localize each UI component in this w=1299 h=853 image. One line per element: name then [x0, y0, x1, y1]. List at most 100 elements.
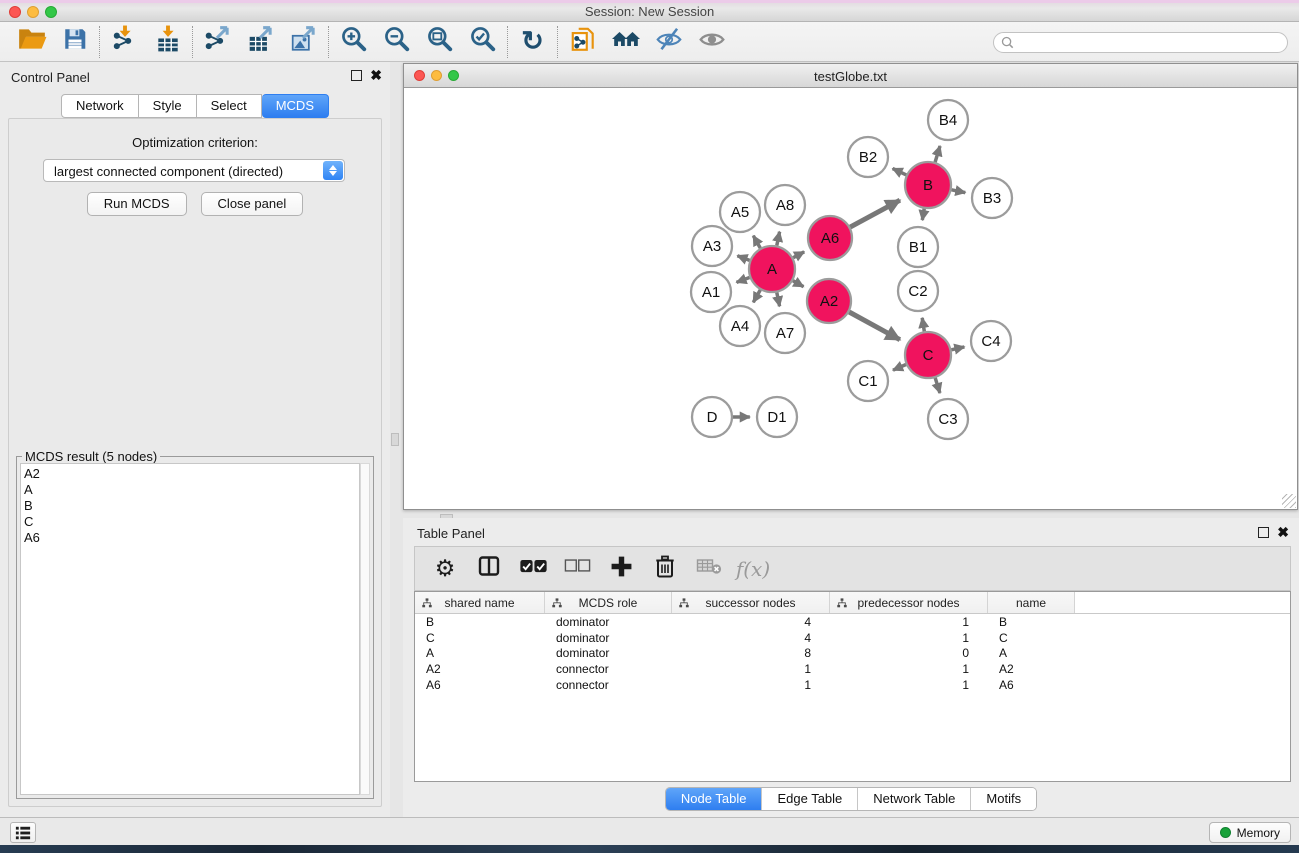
- network-node-C3[interactable]: C3: [928, 399, 968, 439]
- toolbar-button-refresh-layout[interactable]: ↻: [511, 24, 554, 60]
- float-panel-icon[interactable]: [351, 70, 362, 81]
- network-edge-A6-B[interactable]: [850, 200, 900, 227]
- tab-style[interactable]: Style: [139, 94, 197, 118]
- network-edge-B-B4[interactable]: [935, 146, 940, 162]
- toolbar-button-zoom-out[interactable]: [375, 24, 418, 60]
- table-toolbar-button-column-view[interactable]: [469, 550, 509, 588]
- close-panel-icon[interactable]: ✖: [370, 68, 382, 82]
- network-edge-A-A7[interactable]: [777, 293, 780, 307]
- task-history-button[interactable]: [10, 822, 36, 843]
- column-header-successor-nodes[interactable]: successor nodes: [672, 592, 830, 613]
- table-toolbar-button-table-settings[interactable]: ⚙: [425, 550, 465, 588]
- tab-node-table[interactable]: Node Table: [666, 788, 763, 810]
- network-edge-A-A3[interactable]: [737, 256, 749, 261]
- network-edge-A-A4[interactable]: [753, 290, 760, 302]
- column-header-shared-name[interactable]: shared name: [415, 592, 545, 613]
- network-node-B4[interactable]: B4: [928, 100, 968, 140]
- dropdown-stepper-icon[interactable]: [323, 161, 343, 180]
- network-node-B1[interactable]: B1: [898, 227, 938, 267]
- toolbar-button-export-table[interactable]: [239, 24, 282, 60]
- network-edge-A2-C[interactable]: [849, 312, 900, 340]
- network-node-B2[interactable]: B2: [848, 137, 888, 177]
- toolbar-button-hide-graphics-details[interactable]: [647, 24, 690, 60]
- network-node-A7[interactable]: A7: [765, 313, 805, 353]
- column-header-MCDS-role[interactable]: MCDS role: [545, 592, 672, 613]
- toolbar-button-network-home[interactable]: [604, 24, 647, 60]
- network-node-D[interactable]: D: [692, 397, 732, 437]
- network-edge-B-B3[interactable]: [952, 190, 966, 193]
- table-toolbar-button-deselect-all[interactable]: [557, 550, 597, 588]
- network-node-C4[interactable]: C4: [971, 321, 1011, 361]
- close-panel-button[interactable]: Close panel: [201, 192, 304, 216]
- network-edge-B-B1[interactable]: [922, 209, 924, 220]
- network-node-A3[interactable]: A3: [692, 226, 732, 266]
- memory-button[interactable]: Memory: [1209, 822, 1291, 843]
- table-toolbar-button-function-builder[interactable]: f(x): [733, 550, 773, 588]
- column-header-predecessor-nodes[interactable]: predecessor nodes: [830, 592, 988, 613]
- table-toolbar-button-select-all[interactable]: [513, 550, 553, 588]
- network-node-C1[interactable]: C1: [848, 361, 888, 401]
- network-canvas[interactable]: B4B2BB3A8A5A6B1A3AC2A1A2A4A7C4CC1C3DD1: [405, 88, 1296, 508]
- network-edge-C-C2[interactable]: [922, 318, 924, 331]
- network-node-A1[interactable]: A1: [691, 272, 731, 312]
- network-edge-A-A8[interactable]: [777, 232, 780, 246]
- table-row[interactable]: A6connector11A6: [415, 677, 1290, 693]
- table-close-panel-icon[interactable]: ✖: [1277, 525, 1289, 539]
- network-edge-C-C3[interactable]: [935, 378, 940, 393]
- network-node-A8[interactable]: A8: [765, 185, 805, 225]
- tab-select[interactable]: Select: [197, 94, 262, 118]
- table-row[interactable]: A2connector11A2: [415, 661, 1290, 677]
- panel-split-handle[interactable]: [391, 433, 399, 446]
- tab-motifs[interactable]: Motifs: [971, 788, 1036, 810]
- network-node-A5[interactable]: A5: [720, 192, 760, 232]
- toolbar-button-zoom-in[interactable]: [332, 24, 375, 60]
- toolbar-button-zoom-fit[interactable]: [418, 24, 461, 60]
- network-node-B3[interactable]: B3: [972, 178, 1012, 218]
- toolbar-button-export-network[interactable]: [196, 24, 239, 60]
- table-row[interactable]: Bdominator41B: [415, 614, 1290, 630]
- run-mcds-button[interactable]: Run MCDS: [87, 192, 187, 216]
- network-node-A[interactable]: A: [749, 246, 795, 292]
- network-node-A6[interactable]: A6: [808, 216, 852, 260]
- network-edge-A-A6[interactable]: [793, 252, 804, 258]
- network-node-D1[interactable]: D1: [757, 397, 797, 437]
- result-list-scrollbar[interactable]: [360, 463, 370, 795]
- tab-network[interactable]: Network: [61, 94, 139, 118]
- network-edge-C-C4[interactable]: [951, 347, 964, 350]
- column-header-name[interactable]: name: [988, 592, 1075, 613]
- table-toolbar-button-delete-row[interactable]: [645, 550, 685, 588]
- network-window-titlebar[interactable]: testGlobe.txt: [404, 64, 1297, 88]
- network-edge-A-A5[interactable]: [753, 236, 760, 248]
- table-toolbar-button-delete-table[interactable]: [689, 550, 729, 588]
- tab-mcds[interactable]: MCDS: [262, 94, 329, 118]
- table-toolbar-button-add-column[interactable]: [601, 550, 641, 588]
- result-list-item[interactable]: B: [24, 498, 359, 514]
- toolbar-button-zoom-selected[interactable]: [461, 24, 504, 60]
- optimization-criterion-dropdown[interactable]: largest connected component (directed): [43, 159, 345, 182]
- network-node-B[interactable]: B: [905, 162, 951, 208]
- result-list-item[interactable]: C: [24, 514, 359, 530]
- result-list-item[interactable]: A6: [24, 530, 359, 546]
- network-edge-A-A2[interactable]: [793, 281, 804, 287]
- toolbar-button-import-network[interactable]: [103, 24, 146, 60]
- toolbar-button-import-table[interactable]: [146, 24, 189, 60]
- table-row[interactable]: Adominator80A: [415, 646, 1290, 662]
- toolbar-button-show-graphics-details[interactable]: [690, 24, 733, 60]
- toolbar-button-export-image[interactable]: [282, 24, 325, 60]
- search-field[interactable]: [993, 32, 1288, 53]
- toolbar-button-duplicate-network[interactable]: [561, 24, 604, 60]
- table-float-panel-icon[interactable]: [1258, 527, 1269, 538]
- network-node-A4[interactable]: A4: [720, 306, 760, 346]
- result-list-item[interactable]: A2: [24, 466, 359, 482]
- result-list-item[interactable]: A: [24, 482, 359, 498]
- table-row[interactable]: Cdominator41C: [415, 630, 1290, 646]
- search-input[interactable]: [1014, 36, 1287, 50]
- network-edge-B-B2[interactable]: [893, 169, 907, 175]
- tab-edge-table[interactable]: Edge Table: [762, 788, 858, 810]
- network-graph[interactable]: B4B2BB3A8A5A6B1A3AC2A1A2A4A7C4CC1C3DD1: [405, 88, 1298, 510]
- toolbar-button-open-session[interactable]: [10, 24, 53, 60]
- mcds-result-list[interactable]: A2ABCA6: [20, 463, 360, 795]
- network-node-C2[interactable]: C2: [898, 271, 938, 311]
- window-resize-grip[interactable]: [1282, 494, 1296, 508]
- toolbar-button-save-session[interactable]: [53, 24, 96, 60]
